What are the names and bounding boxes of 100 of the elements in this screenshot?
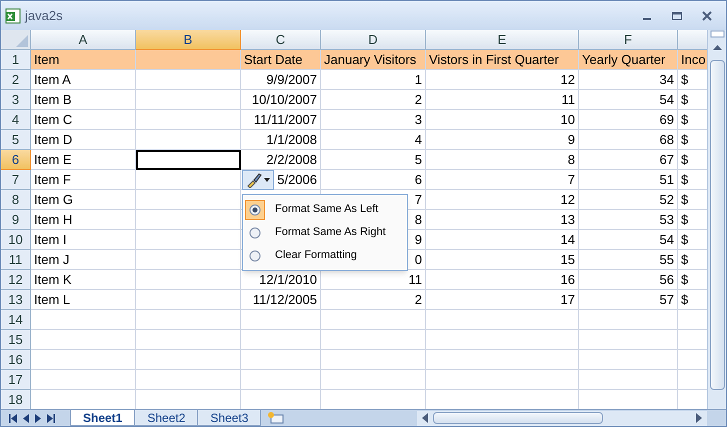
column-header[interactable]: D xyxy=(321,30,426,50)
close-button[interactable] xyxy=(700,8,714,22)
row-header[interactable]: 11 xyxy=(1,250,31,270)
row-header[interactable]: 1 xyxy=(1,50,31,70)
table-cell: 11/11/2007 xyxy=(241,110,321,130)
table-cell: 6 xyxy=(321,170,426,190)
horizontal-scrollbar[interactable] xyxy=(417,410,707,426)
table-cell: 56 xyxy=(579,270,678,290)
table-cell: Item I xyxy=(31,230,136,250)
table-cell: 2 xyxy=(321,90,426,110)
table-cell: 11/12/2005 xyxy=(241,290,321,310)
next-sheet-icon[interactable] xyxy=(35,414,41,422)
row-header[interactable]: 3 xyxy=(1,90,31,110)
caret-icon xyxy=(264,178,270,182)
table-cell: Item H xyxy=(31,210,136,230)
column-header[interactable]: E xyxy=(426,30,579,50)
row-header[interactable]: 8 xyxy=(1,190,31,210)
table-cell: Item xyxy=(31,50,136,70)
table-cell: Item K xyxy=(31,270,136,290)
vertical-scrollbar[interactable] xyxy=(707,30,726,409)
table-cell: Item J xyxy=(31,250,136,270)
table-cell: 52 xyxy=(579,190,678,210)
row-header[interactable]: 7 xyxy=(1,170,31,190)
table-cell: 53 xyxy=(579,210,678,230)
row-header[interactable]: 6 xyxy=(1,150,31,170)
row-header[interactable]: 15 xyxy=(1,330,31,350)
table-cell: 3 xyxy=(321,110,426,130)
radio-button[interactable] xyxy=(249,204,261,216)
row-header[interactable]: 17 xyxy=(1,370,31,390)
last-sheet-icon[interactable] xyxy=(47,414,55,422)
table-cell: Item D xyxy=(31,130,136,150)
first-sheet-icon[interactable] xyxy=(9,414,17,422)
table-cell: Yearly Quarter xyxy=(579,50,678,70)
table-cell: Item C xyxy=(31,110,136,130)
scroll-thumb[interactable] xyxy=(710,60,725,390)
table-cell: 2 xyxy=(321,290,426,310)
table-cell: 14 xyxy=(426,230,579,250)
row-header[interactable]: 4 xyxy=(1,110,31,130)
row-header[interactable]: 18 xyxy=(1,390,31,409)
radio-button[interactable] xyxy=(249,250,261,262)
table-cell: 55 xyxy=(579,250,678,270)
table-cell: 7 xyxy=(426,170,579,190)
table-cell: Start Date xyxy=(241,50,321,70)
row-header[interactable]: 2 xyxy=(1,70,31,90)
table-cell: 4 xyxy=(321,130,426,150)
column-header[interactable]: A xyxy=(31,30,136,50)
row-header[interactable]: 12 xyxy=(1,270,31,290)
row-header[interactable]: 10 xyxy=(1,230,31,250)
table-cell: Item L xyxy=(31,290,136,310)
selected-cell[interactable] xyxy=(136,150,241,170)
radio-button[interactable] xyxy=(249,226,261,238)
column-header[interactable]: F xyxy=(579,30,678,50)
table-cell: 12 xyxy=(426,190,579,210)
window-title: java2s xyxy=(25,6,63,25)
table-cell: 15 xyxy=(426,250,579,270)
sheet-tab[interactable]: Sheet1 xyxy=(70,410,136,426)
sheet-tab[interactable]: Sheet2 xyxy=(134,410,198,426)
table-cell: 10/10/2007 xyxy=(241,90,321,110)
table-cell: Item G xyxy=(31,190,136,210)
table-cell: 1/1/2008 xyxy=(241,130,321,150)
paintbrush-icon xyxy=(246,172,262,188)
table-cell: 1 xyxy=(321,70,426,90)
table-cell: January Visitors xyxy=(321,50,426,70)
table-cell: Item F xyxy=(31,170,136,190)
scroll-left-arrow-icon[interactable] xyxy=(421,413,429,423)
paste-options-button[interactable] xyxy=(242,170,274,190)
table-cell: 11 xyxy=(426,90,579,110)
row-header[interactable]: 13 xyxy=(1,290,31,310)
previous-sheet-icon[interactable] xyxy=(23,414,29,422)
table-cell: 69 xyxy=(579,110,678,130)
table-cell: 5 xyxy=(321,150,426,170)
table-cell: 8 xyxy=(426,150,579,170)
table-cell: Vistors in First Quarter xyxy=(426,50,579,70)
table-cell: 67 xyxy=(579,150,678,170)
table-cell: 12 xyxy=(426,70,579,90)
row-header[interactable]: 9 xyxy=(1,210,31,230)
spreadsheet-icon xyxy=(5,8,21,24)
column-header[interactable]: B xyxy=(136,30,241,50)
table-cell: 54 xyxy=(579,90,678,110)
table-cell: Item E xyxy=(31,150,136,170)
table-cell: 9/9/2007 xyxy=(241,70,321,90)
triangle-icon xyxy=(16,35,28,47)
table-cell: 16 xyxy=(426,270,579,290)
table-cell: 17 xyxy=(426,290,579,310)
table-cell: 34 xyxy=(579,70,678,90)
row-header[interactable]: 14 xyxy=(1,310,31,330)
table-cell: 68 xyxy=(579,130,678,150)
row-header[interactable]: 5 xyxy=(1,130,31,150)
table-cell: 13 xyxy=(426,210,579,230)
row-header[interactable]: 16 xyxy=(1,350,31,370)
scroll-right-arrow-icon[interactable] xyxy=(695,413,703,423)
table-cell: 54 xyxy=(579,230,678,250)
table-cell: 10 xyxy=(426,110,579,130)
column-header[interactable]: C xyxy=(241,30,321,50)
table-cell: Item B xyxy=(31,90,136,110)
table-cell: 57 xyxy=(579,290,678,310)
sheet-tab[interactable]: Sheet3 xyxy=(197,410,262,426)
table-cell: 51 xyxy=(579,170,678,190)
scroll-thumb[interactable] xyxy=(433,412,603,424)
table-cell: 9 xyxy=(426,130,579,150)
